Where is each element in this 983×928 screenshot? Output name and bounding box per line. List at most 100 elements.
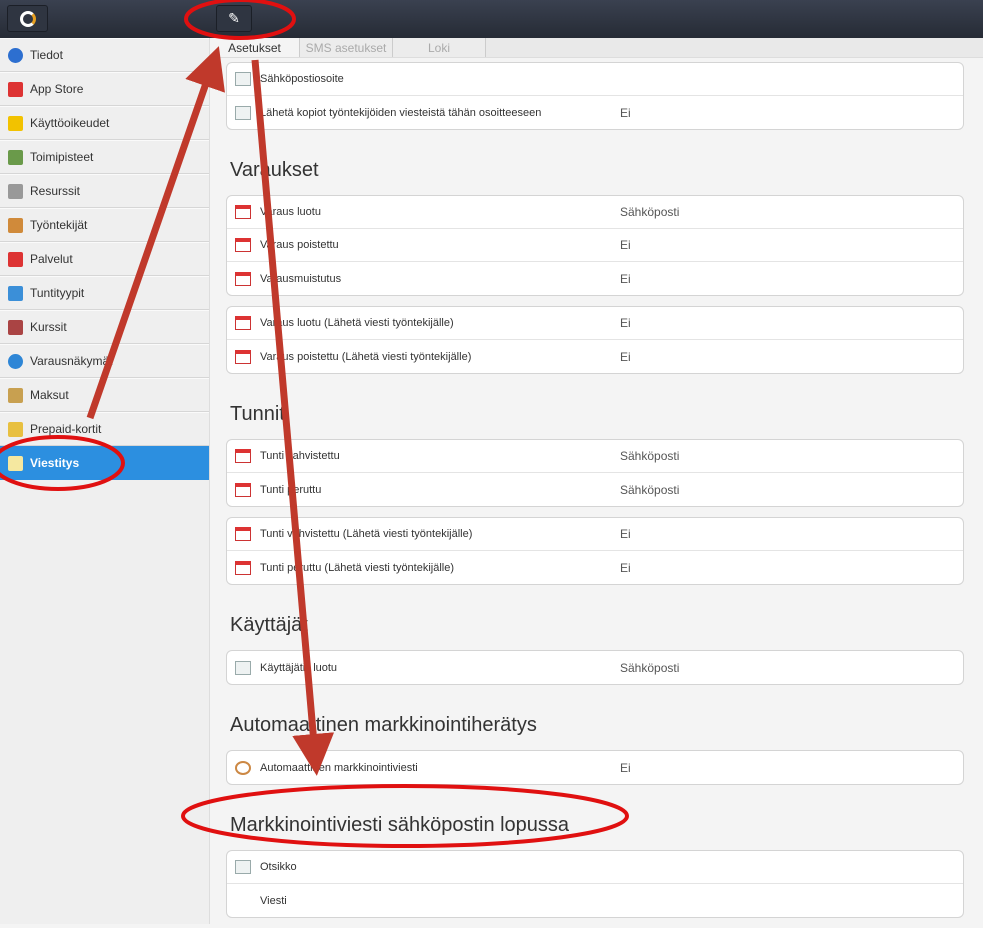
sidebar-item-varausn-kym-t[interactable]: Varausnäkymät xyxy=(0,344,209,378)
sidebar-item-label: Varausnäkymät xyxy=(30,354,113,368)
setting-label: Lähetä kopiot työntekijöiden viesteistä … xyxy=(260,106,542,119)
book-icon xyxy=(8,319,23,335)
users-icon xyxy=(8,217,23,233)
setting-value[interactable]: Sähköposti xyxy=(620,661,679,675)
sidebar: Tiedot App Store Käyttöoikeudet Toimipistee… xyxy=(0,38,210,924)
setting-row[interactable]: Viesti xyxy=(227,884,963,917)
setting-value[interactable]: Ei xyxy=(620,316,631,330)
globe-icon xyxy=(8,353,23,369)
sidebar-item-prepaid-kortit[interactable]: Prepaid-kortit xyxy=(0,412,209,446)
setting-row[interactable]: Varausmuistutus Ei xyxy=(227,262,963,295)
setting-row[interactable]: Automaattinen markkinointiviesti Ei xyxy=(227,751,963,784)
tab-sms-asetukset[interactable]: SMS asetukset xyxy=(300,38,393,57)
sidebar-item-app-store[interactable]: App Store xyxy=(0,72,209,106)
store-icon xyxy=(8,81,23,97)
setting-label: Varausmuistutus xyxy=(260,272,342,285)
sidebar-item-label: Palvelut xyxy=(30,252,73,266)
sidebar-item-maksut[interactable]: Maksut xyxy=(0,378,209,412)
sidebar-item-label: Resurssit xyxy=(30,184,81,198)
sidebar-item-kurssit[interactable]: Kurssit xyxy=(0,310,209,344)
sidebar-item-ty-ntekij-t[interactable]: Työntekijät xyxy=(0,208,209,242)
setting-value[interactable]: Ei xyxy=(620,527,631,541)
setting-row[interactable]: Otsikko xyxy=(227,851,963,884)
house-icon xyxy=(8,183,23,199)
calendar-add-icon xyxy=(235,205,251,219)
sidebar-item-palvelut[interactable]: Palvelut xyxy=(0,242,209,276)
settings-card: Käyttäjätili luotu Sähköposti xyxy=(226,650,964,685)
card-icon xyxy=(8,421,23,437)
setting-label: Otsikko xyxy=(260,861,297,873)
setting-label: Käyttäjätili luotu xyxy=(260,661,338,674)
setting-row[interactable]: Käyttäjätili luotu Sähköposti xyxy=(227,651,963,684)
setting-label: Varaus poistettu (Lähetä viesti työnteki… xyxy=(260,350,472,363)
sidebar-item-resurssit[interactable]: Resurssit xyxy=(0,174,209,208)
envelope-icon xyxy=(235,105,251,120)
tab-asetukset[interactable]: Asetukset xyxy=(210,38,300,57)
setting-value[interactable]: Sähköposti xyxy=(620,483,679,497)
setting-row[interactable]: Sähköpostiosoite xyxy=(227,63,963,96)
sidebar-item-k-ytt-oikeudet[interactable]: Käyttöoikeudet xyxy=(0,106,209,140)
picture-icon xyxy=(8,149,23,165)
setting-row[interactable]: Varaus poistettu Ei xyxy=(227,229,963,262)
sidebar-item-label: Prepaid-kortit xyxy=(30,422,102,436)
sidebar-item-label: App Store xyxy=(30,82,84,96)
sidebar-item-tiedot[interactable]: Tiedot xyxy=(0,38,209,72)
app-logo-icon xyxy=(19,10,36,27)
sidebar-item-label: Tuntityypit xyxy=(30,286,85,300)
app-logo-button[interactable] xyxy=(7,5,48,32)
sidebar-item-tuntityypit[interactable]: Tuntityypit xyxy=(0,276,209,310)
settings-card: Tunti vahvistettu (Lähetä viesti työntek… xyxy=(226,517,964,585)
chat-icon xyxy=(8,455,23,471)
setting-value[interactable]: Ei xyxy=(620,238,631,252)
setting-row[interactable]: Varaus poistettu (Lähetä viesti työnteki… xyxy=(227,340,963,373)
sidebar-item-label: Kurssit xyxy=(30,320,67,334)
user-card-icon xyxy=(235,660,251,675)
section-heading: Automaattinen markkinointiherätys xyxy=(230,714,537,736)
tab-loki[interactable]: Loki xyxy=(393,38,486,57)
setting-label: Tunti peruttu xyxy=(260,483,322,496)
envelope-icon xyxy=(235,72,251,86)
settings-card: Varaus luotu Sähköposti Varaus poistettu… xyxy=(226,195,964,296)
setting-value[interactable]: Ei xyxy=(620,106,631,120)
setting-row[interactable]: Varaus luotu Sähköposti xyxy=(227,196,963,229)
star-icon xyxy=(8,115,23,131)
settings-card: Varaus luotu (Lähetä viesti työntekijäll… xyxy=(226,306,964,374)
setting-row[interactable]: Tunti vahvistettu (Lähetä viesti työntek… xyxy=(227,518,963,551)
setting-row[interactable]: Tunti peruttu Sähköposti xyxy=(227,473,963,506)
section-heading: Käyttäjät xyxy=(230,614,308,636)
edit-button[interactable]: ✎ xyxy=(216,5,252,32)
setting-value[interactable]: Sähköposti xyxy=(620,449,679,463)
calendar-blue-icon xyxy=(235,449,251,463)
sidebar-item-label: Viestitys xyxy=(30,456,80,470)
setting-row[interactable]: Lähetä kopiot työntekijöiden viesteistä … xyxy=(227,96,963,129)
setting-label: Varaus luotu (Lähetä viesti työntekijäll… xyxy=(260,317,454,329)
calendar-add-icon xyxy=(235,316,251,330)
calendar-blue-icon xyxy=(235,482,251,497)
envelope-icon xyxy=(235,860,251,874)
alarm-clock-icon xyxy=(235,760,251,775)
setting-value[interactable]: Sähköposti xyxy=(620,205,679,219)
money-icon xyxy=(8,387,23,403)
calendar-remove-icon xyxy=(235,349,251,364)
section-heading: Tunnit xyxy=(230,403,285,425)
setting-value[interactable]: Ei xyxy=(620,350,631,364)
setting-label: Tunti vahvistettu xyxy=(260,450,340,462)
main-content: Asetukset SMS asetukset Loki Sähköpostio… xyxy=(210,38,983,928)
setting-row[interactable]: Tunti peruttu (Lähetä viesti työntekijäl… xyxy=(227,551,963,584)
settings-card: Automaattinen markkinointiviesti Ei xyxy=(226,750,964,785)
setting-value[interactable]: Ei xyxy=(620,272,631,286)
setting-label: Varaus poistettu xyxy=(260,239,339,251)
setting-value[interactable]: Ei xyxy=(620,761,631,775)
sidebar-item-label: Työntekijät xyxy=(30,218,88,232)
setting-value[interactable]: Ei xyxy=(620,561,631,575)
settings-card: Otsikko Viesti xyxy=(226,850,964,918)
tab-bar: Asetukset SMS asetukset Loki xyxy=(210,38,983,58)
setting-label: Viesti xyxy=(260,894,287,907)
sidebar-item-label: Maksut xyxy=(30,388,69,402)
sidebar-item-toimipisteet[interactable]: Toimipisteet xyxy=(0,140,209,174)
setting-row[interactable]: Varaus luotu (Lähetä viesti työntekijäll… xyxy=(227,307,963,340)
calendar-blue-icon xyxy=(8,285,23,301)
setting-row[interactable]: Tunti vahvistettu Sähköposti xyxy=(227,440,963,473)
sidebar-item-viestitys[interactable]: Viestitys xyxy=(0,446,209,480)
setting-label: Tunti vahvistettu (Lähetä viesti työntek… xyxy=(260,528,473,540)
